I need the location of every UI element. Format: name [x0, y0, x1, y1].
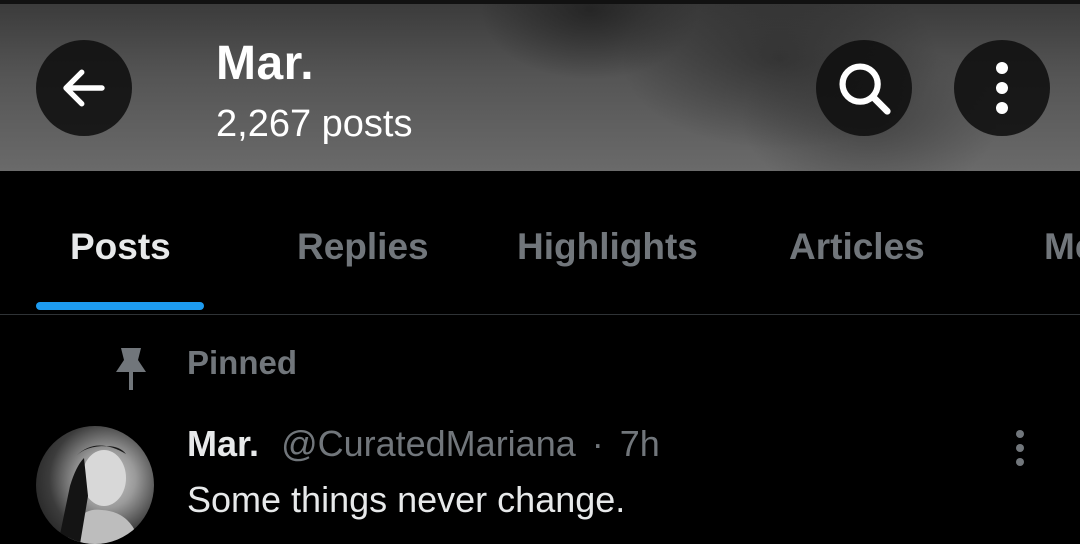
post-timestamp[interactable]: 7h [620, 423, 660, 464]
post-separator: · [591, 423, 604, 464]
active-tab-indicator [36, 302, 204, 310]
profile-name: Mar. [216, 37, 315, 90]
status-bar-edge [0, 0, 1080, 4]
tab-posts[interactable]: Posts [70, 226, 171, 268]
tabs-divider [0, 314, 1080, 315]
tab-highlights[interactable]: Highlights [517, 226, 698, 268]
profile-tabs: Posts Replies Highlights Articles Me [0, 171, 1080, 314]
post-count: 2,267 posts [216, 103, 413, 145]
back-button[interactable] [36, 40, 132, 136]
avatar[interactable] [36, 426, 154, 544]
tab-articles[interactable]: Articles [789, 226, 925, 268]
more-vertical-icon[interactable] [1008, 428, 1032, 468]
tab-replies[interactable]: Replies [297, 226, 429, 268]
search-button[interactable] [816, 40, 912, 136]
post-author-name[interactable]: Mar. [187, 423, 259, 464]
more-vertical-icon [996, 62, 1008, 114]
pin-icon [116, 348, 146, 390]
post-text: Some things never change. [187, 479, 626, 520]
post-header: Mar. @CuratedMariana · 7h [187, 423, 660, 465]
profile-header-banner: Mar. 2,267 posts [0, 0, 1080, 171]
more-options-button[interactable] [954, 40, 1050, 136]
avatar-image [58, 445, 140, 544]
pinned-label: Pinned [187, 344, 298, 381]
arrow-left-icon [63, 69, 105, 107]
tab-media[interactable]: Me [1044, 226, 1080, 268]
search-icon [839, 63, 891, 115]
post-author-handle[interactable]: @CuratedMariana [281, 423, 576, 464]
